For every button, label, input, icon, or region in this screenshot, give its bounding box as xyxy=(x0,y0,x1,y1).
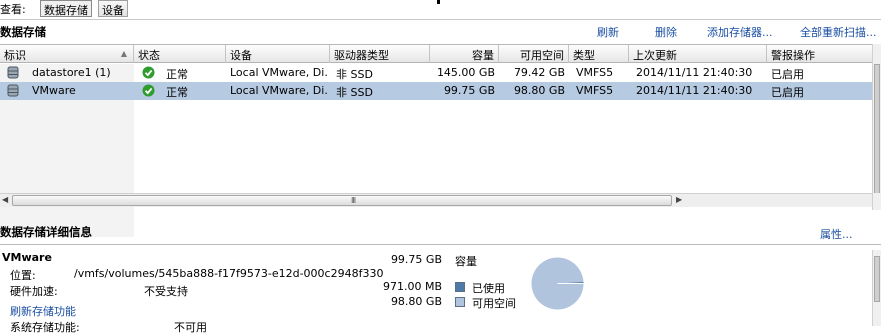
row-name: VMware xyxy=(32,84,76,97)
scrollbar-thumb[interactable] xyxy=(874,256,880,302)
table-row-selected[interactable]: VMware 正常 Local VMware, Di... 非 SSD 99.7… xyxy=(0,82,881,100)
col-device[interactable]: 设备 xyxy=(226,45,330,63)
row-drive-type: 非 SSD xyxy=(336,86,373,99)
selected-datastore-name: VMware xyxy=(2,251,52,264)
row-last-update: 2014/11/11 21:40:30 xyxy=(636,66,753,79)
row-alarm: 已启用 xyxy=(771,68,804,81)
system-capability-label: 系统存储功能: xyxy=(10,321,80,334)
row-device: Local VMware, Di... xyxy=(230,66,328,79)
location-label: 位置: xyxy=(10,269,36,282)
capacity-value: 99.75 GB xyxy=(390,253,442,266)
col-status[interactable]: 状态 xyxy=(134,45,226,63)
add-storage-link[interactable]: 添加存储器... xyxy=(707,24,773,40)
properties-link[interactable]: 属性... xyxy=(820,226,853,242)
divider xyxy=(0,19,881,20)
row-type: VMFS5 xyxy=(576,84,614,97)
scrollbar-thumb[interactable] xyxy=(874,64,880,204)
details-vertical-scrollbar[interactable] xyxy=(872,250,881,326)
col-capacity[interactable]: 容量 xyxy=(430,45,499,63)
free-swatch xyxy=(455,297,465,307)
col-type[interactable]: 类型 xyxy=(569,45,629,63)
rescan-all-link[interactable]: 全部重新扫描... xyxy=(800,24,877,40)
row-free: 79.42 GB xyxy=(513,66,565,79)
details-pane: VMware 位置: /vmfs/volumes/545ba888-f17f95… xyxy=(0,244,881,334)
check-icon xyxy=(142,66,155,79)
sort-arrow-icon: ▲ xyxy=(120,49,127,58)
table-header: 标识 ▲ 状态 设备 驱动器类型 容量 可用空间 类型 上次更新 警报操作 xyxy=(0,45,881,63)
col-name-label: 标识 xyxy=(4,49,26,62)
location-value: /vmfs/volumes/545ba888-f17f9573-e12d-000… xyxy=(74,267,384,280)
table-vertical-scrollbar[interactable] xyxy=(872,44,881,206)
row-name: datastore1 (1) xyxy=(32,66,111,79)
used-swatch xyxy=(455,282,465,292)
row-type: VMFS5 xyxy=(576,66,614,79)
cursor-mark xyxy=(437,0,440,4)
row-capacity: 99.75 GB xyxy=(443,84,495,97)
check-icon xyxy=(142,84,155,97)
capacity-label: 容量 xyxy=(455,255,477,268)
delete-link[interactable]: 删除 xyxy=(655,24,677,40)
view-bar: 查看: 数据存储 设备 xyxy=(0,0,881,17)
refresh-link[interactable]: 刷新 xyxy=(597,24,619,40)
row-alarm: 已启用 xyxy=(771,86,804,99)
datastore-icon xyxy=(7,84,19,97)
used-value: 971.00 MB xyxy=(382,280,442,293)
hw-accel-label: 硬件加速: xyxy=(10,285,58,298)
usage-pie-chart xyxy=(531,257,584,310)
tab-devices[interactable]: 设备 xyxy=(98,0,128,17)
view-label: 查看: xyxy=(0,3,26,16)
row-drive-type: 非 SSD xyxy=(336,68,373,81)
col-last-update[interactable]: 上次更新 xyxy=(629,45,767,63)
free-value: 98.80 GB xyxy=(390,295,442,308)
scrollbar-thumb[interactable]: III xyxy=(12,195,672,206)
col-free[interactable]: 可用空间 xyxy=(499,45,569,63)
details-title: 数据存储详细信息 xyxy=(0,225,92,239)
vertical-scrollbar-stub[interactable] xyxy=(872,193,881,210)
scroll-grip-icon: III xyxy=(351,196,356,205)
hw-accel-value: 不受支持 xyxy=(144,285,188,298)
datastores-title: 数据存储 xyxy=(0,25,46,39)
scroll-right-icon[interactable]: ▶ xyxy=(676,195,682,204)
row-capacity: 145.00 GB xyxy=(436,66,495,79)
refresh-capabilities-link[interactable]: 刷新存储功能 xyxy=(10,303,76,319)
row-status: 正常 xyxy=(166,68,188,81)
scroll-left-icon[interactable]: ◀ xyxy=(2,195,8,204)
col-name[interactable]: 标识 ▲ xyxy=(0,45,134,63)
row-last-update: 2014/11/11 21:40:30 xyxy=(636,84,753,97)
row-device: Local VMware, Di... xyxy=(230,84,328,97)
system-capability-value: 不可用 xyxy=(174,321,207,334)
col-alarm[interactable]: 警报操作 xyxy=(767,45,881,63)
row-free: 98.80 GB xyxy=(513,84,565,97)
datastore-icon xyxy=(7,66,19,79)
tab-datastores[interactable]: 数据存储 xyxy=(40,0,92,17)
table-row[interactable]: datastore1 (1) 正常 Local VMware, Di... 非 … xyxy=(0,64,881,82)
used-label: 已使用 xyxy=(472,282,505,295)
free-label: 可用空间 xyxy=(472,297,516,310)
col-drive-type[interactable]: 驱动器类型 xyxy=(330,45,430,63)
datastore-table: 标识 ▲ 状态 设备 驱动器类型 容量 可用空间 类型 上次更新 警报操作 dat… xyxy=(0,44,881,237)
table-horizontal-scrollbar[interactable]: ◀ III ▶ xyxy=(0,193,881,207)
row-status: 正常 xyxy=(166,86,188,99)
